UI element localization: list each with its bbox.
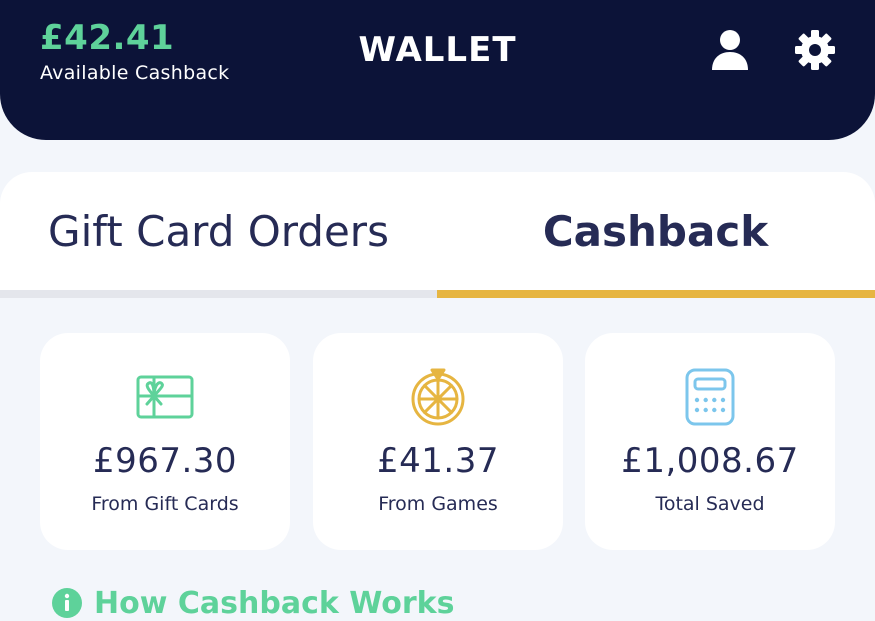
tab-underline-active	[437, 290, 875, 298]
info-icon	[52, 588, 82, 618]
tab-cashback[interactable]: Cashback	[437, 172, 874, 290]
wallet-header: £42.41 Available Cashback WALLET	[0, 0, 875, 140]
tab-gift-card-orders[interactable]: Gift Card Orders	[0, 172, 437, 290]
stat-value: £41.37	[377, 441, 499, 481]
stat-value: £1,008.67	[621, 441, 799, 481]
stat-label: Total Saved	[655, 493, 765, 515]
gear-icon[interactable]	[793, 28, 837, 72]
stat-label: From Games	[378, 493, 498, 515]
stat-card-total-saved: £1,008.67 Total Saved	[585, 333, 835, 550]
calculator-icon	[680, 367, 740, 427]
prize-wheel-icon	[408, 367, 468, 427]
wallet-tabs: Gift Card Orders Cashback	[0, 172, 875, 298]
stat-label: From Gift Cards	[91, 493, 239, 515]
stat-value: £967.30	[92, 441, 238, 481]
how-cashback-works-link[interactable]: How Cashback Works	[52, 585, 455, 621]
how-cashback-works-label: How Cashback Works	[94, 585, 455, 621]
gift-card-icon	[135, 367, 195, 427]
profile-icon[interactable]	[708, 28, 752, 72]
stat-card-gift-cards: £967.30 From Gift Cards	[40, 333, 290, 550]
tab-underline-inactive	[0, 290, 437, 298]
stat-card-games: £41.37 From Games	[313, 333, 563, 550]
